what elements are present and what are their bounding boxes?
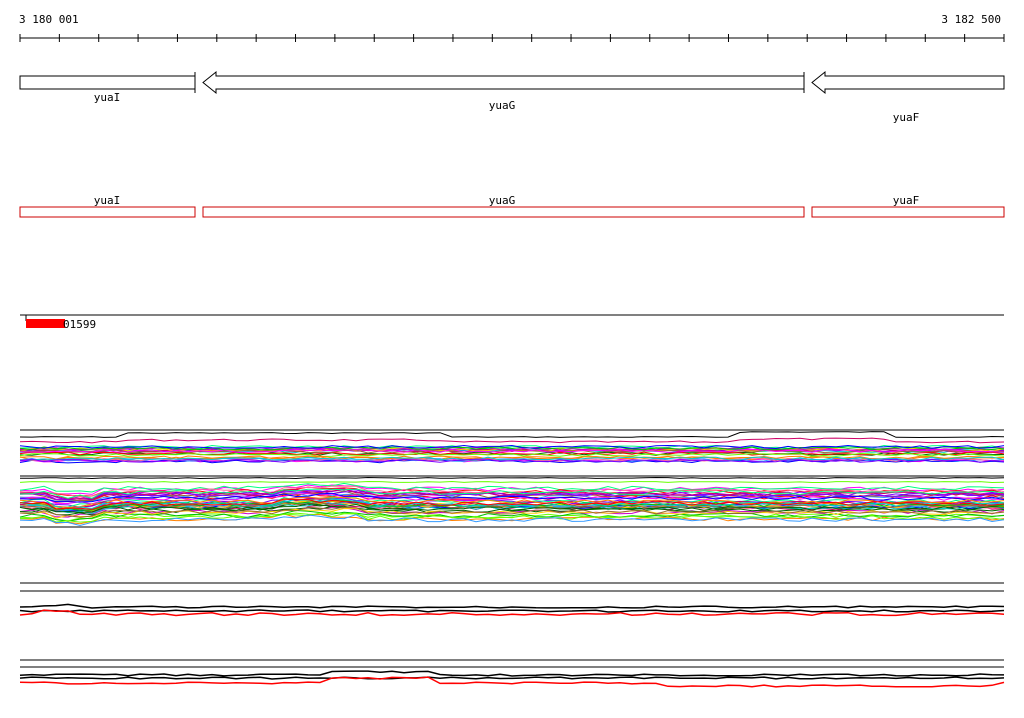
profile-line [19,431,1005,439]
profile-line [19,437,1005,444]
annotation-track: yuaI yuaG yuaF [19,194,1005,218]
coverage-track-2 [19,659,1005,688]
annotation-box[interactable] [19,206,196,218]
gene-arrow-shape[interactable] [19,75,196,90]
gene-arrow-yuai[interactable]: yuaI [19,72,196,104]
genome-browser-canvas: 3 180 001 3 182 500 yuaI yuaG yuaF yuaI … [19,13,1005,688]
gene-arrow-yuag[interactable]: yuaG [202,70,805,112]
probe-marker[interactable] [26,319,65,328]
profile-line [19,476,1005,480]
gene-arrow-shape[interactable] [811,70,1005,95]
probe-label: 01599 [63,318,96,331]
annotation-label: yuaF [893,194,920,207]
annotation-label: yuaG [489,194,516,207]
gene-arrow-shape[interactable] [202,70,805,95]
annotation-yuag[interactable]: yuaG [202,194,805,218]
gene-label: yuaF [893,111,920,124]
position-ruler: 3 180 001 3 182 500 [19,13,1005,42]
profile-line [19,480,1005,484]
annotation-label: yuaI [94,194,121,207]
ruler-end-label: 3 182 500 [941,13,1001,26]
annotation-box[interactable] [811,206,1005,218]
coverage-line [19,676,1005,680]
coverage-line [19,609,1005,613]
gene-track: yuaI yuaG yuaF [19,70,1005,124]
expression-track-lower [19,476,1005,528]
gene-label: yuaI [94,91,121,104]
annotation-yuaf[interactable]: yuaF [811,194,1005,218]
ruler-start-label: 3 180 001 [19,13,79,26]
coverage-track-1 [19,582,1005,617]
gene-arrow-yuaf[interactable]: yuaF [811,70,1005,124]
annotation-yuai[interactable]: yuaI [19,194,196,218]
coverage-line [19,670,1005,677]
annotation-box[interactable] [202,206,805,218]
coverage-line [19,603,1005,609]
gene-label: yuaG [489,99,516,112]
probe-track: 01599 [20,314,1004,331]
expression-track-upper [19,429,1005,477]
genome-browser-view: 3 180 001 3 182 500 yuaI yuaG yuaF yuaI … [0,0,1024,714]
